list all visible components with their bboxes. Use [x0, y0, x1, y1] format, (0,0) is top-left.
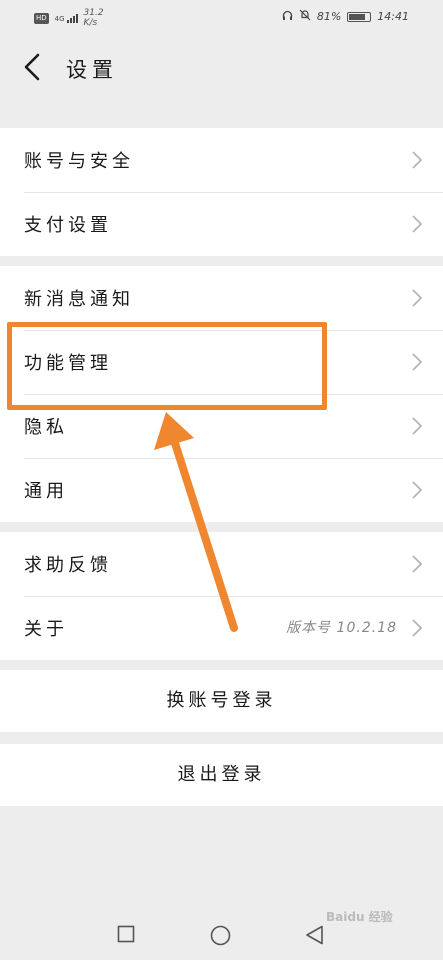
row-payment-settings[interactable]: 支付设置 — [0, 192, 443, 256]
switch-account-button[interactable]: 换账号登录 — [0, 670, 443, 732]
logout-button[interactable]: 退出登录 — [0, 744, 443, 806]
chevron-right-icon — [412, 481, 423, 499]
headset-icon — [282, 10, 293, 24]
row-general[interactable]: 通用 — [0, 458, 443, 522]
row-label: 通用 — [24, 481, 68, 502]
row-label: 隐私 — [24, 417, 68, 438]
net-speed: 31.2 K/s — [83, 8, 104, 28]
row-account-security[interactable]: 账号与安全 — [0, 128, 443, 192]
row-label: 功能管理 — [24, 353, 112, 374]
chevron-left-icon — [24, 53, 40, 81]
settings-group-account: 账号与安全 支付设置 — [0, 128, 443, 256]
status-right: 81% 14:41 — [282, 9, 409, 24]
watermark: Baidu 经验 — [326, 910, 393, 924]
row-label: 账号与安全 — [24, 151, 134, 172]
chevron-right-icon — [412, 555, 423, 573]
hd-badge: HD — [34, 12, 49, 24]
chevron-right-icon — [412, 215, 423, 233]
row-privacy[interactable]: 隐私 — [0, 394, 443, 458]
status-bar: HD 4G 31.2 K/s 81% 14:41 — [0, 0, 443, 34]
header: 设置 — [0, 34, 443, 100]
back-button[interactable] — [20, 52, 48, 82]
row-label: 新消息通知 — [24, 289, 134, 310]
back-triangle-button[interactable] — [305, 925, 324, 945]
row-about[interactable]: 关于 版本号 10.2.18 — [0, 596, 443, 660]
status-left: HD 4G 31.2 K/s — [34, 8, 104, 28]
mute-bell-icon — [299, 9, 311, 24]
chevron-right-icon — [412, 289, 423, 307]
page-title: 设置 — [66, 58, 118, 82]
row-help-feedback[interactable]: 求助反馈 — [0, 532, 443, 596]
settings-group-general: 新消息通知 功能管理 隐私 通用 — [0, 266, 443, 522]
network-type: 4G — [54, 15, 65, 23]
chevron-right-icon — [412, 353, 423, 371]
signal-icon: 4G — [55, 13, 78, 23]
chevron-right-icon — [412, 151, 423, 169]
chevron-right-icon — [412, 619, 423, 637]
battery-percent: 81% — [316, 10, 342, 23]
row-label: 求助反馈 — [24, 555, 112, 576]
row-feature-management[interactable]: 功能管理 — [0, 330, 443, 394]
row-new-message-notifications[interactable]: 新消息通知 — [0, 266, 443, 330]
version-number: 版本号 10.2.18 — [286, 620, 397, 636]
home-button[interactable] — [210, 925, 231, 946]
recent-apps-button[interactable] — [117, 925, 135, 943]
battery-icon — [347, 11, 372, 22]
row-label: 关于 — [24, 619, 68, 640]
row-label: 支付设置 — [24, 215, 112, 236]
chevron-right-icon — [412, 417, 423, 435]
settings-group-help: 求助反馈 关于 版本号 10.2.18 — [0, 532, 443, 660]
clock: 14:41 — [377, 10, 409, 23]
